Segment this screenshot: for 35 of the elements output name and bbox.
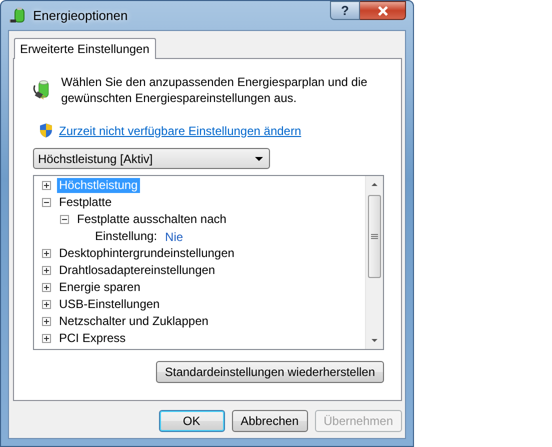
setting-value[interactable]: Nie — [165, 230, 184, 244]
close-icon — [376, 6, 388, 16]
shield-icon — [39, 123, 53, 138]
caret-icon — [255, 156, 263, 160]
help-button[interactable]: ? — [330, 1, 360, 20]
tree-item[interactable]: Festplatte — [57, 195, 114, 210]
expand-icon[interactable] — [42, 334, 51, 343]
collapse-icon[interactable] — [42, 198, 51, 207]
expand-icon[interactable] — [42, 181, 51, 190]
window-title: Energieoptionen — [33, 8, 129, 23]
close-button[interactable] — [360, 1, 406, 20]
scrollbar[interactable] — [365, 176, 383, 349]
tree-item[interactable]: Energie sparen — [57, 280, 142, 295]
tree-item[interactable]: USB-Einstellungen — [57, 297, 162, 312]
restore-defaults-button[interactable]: Standardeinstellungen wiederherstellen — [156, 361, 384, 383]
tree-item[interactable]: Netzschalter und Zuklappen — [57, 314, 210, 329]
tree-item[interactable]: Drahtlosadaptereinstellungen — [57, 263, 218, 278]
battery-plug-icon — [9, 6, 27, 24]
plan-dropdown[interactable]: Höchstleistung [Aktiv] — [33, 148, 270, 169]
tab[interactable]: Erweiterte Einstellungen — [14, 38, 156, 59]
dialog-button[interactable]: Abbrechen — [232, 410, 308, 432]
collapse-icon[interactable] — [60, 215, 69, 224]
tree-item[interactable]: PCI Express — [57, 331, 128, 346]
expand-icon[interactable] — [42, 300, 51, 309]
expand-icon[interactable] — [42, 317, 51, 326]
expand-icon[interactable] — [42, 249, 51, 258]
setting-label: Einstellung: — [94, 229, 158, 244]
dialog-button[interactable]: OK — [158, 410, 225, 432]
expand-icon[interactable] — [42, 266, 51, 275]
settings-link[interactable]: Zurzeit nicht verfügbare Einstellungen ändern — [59, 124, 302, 138]
tree-item[interactable]: Desktophintergrundeinstellungen — [57, 246, 236, 261]
expand-icon[interactable] — [42, 283, 51, 292]
tree-item[interactable]: Festplatte ausschalten nach — [75, 212, 228, 227]
scroll-thumb[interactable] — [368, 195, 381, 278]
description-text: Wählen Sie den anzupassenden Energiesparplan und die gewünschten Energiespareinstellungen aus. — [61, 74, 368, 106]
